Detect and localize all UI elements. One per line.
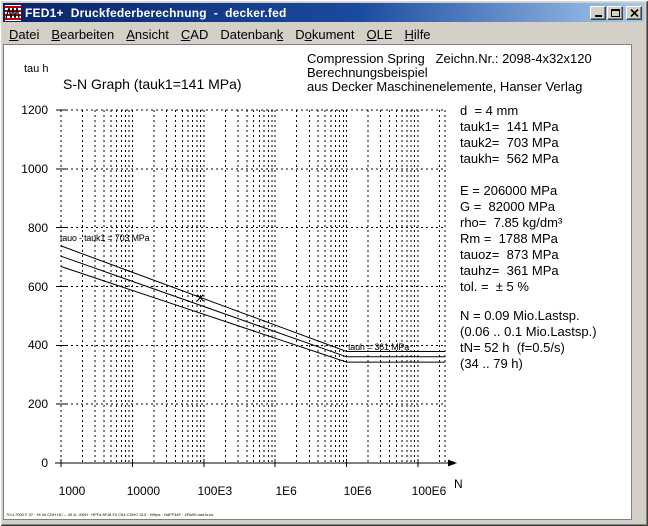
info-line: (34 .. 79 h) <box>460 356 523 372</box>
y-tick-label: 600 <box>6 280 48 294</box>
maximize-button[interactable] <box>607 6 623 20</box>
x-tick-label: 10E6 <box>334 484 382 498</box>
window-title: FED1+ Druckfederberechnung - decker.fed <box>25 6 590 20</box>
title-bar[interactable]: FED1+ Druckfederberechnung - decker.fed <box>3 3 644 22</box>
info-line: E = 206000 MPa <box>460 183 557 199</box>
y-tick-label: 0 <box>6 456 48 470</box>
y-tick-label: 800 <box>6 221 48 235</box>
info-line: tN= 52 h (f=0.5/s) <box>460 340 565 356</box>
x-tick-label: 1E6 <box>262 484 310 498</box>
info-line: Rm = 1788 MPa <box>460 231 558 247</box>
menu-item-dokument[interactable]: Dokument <box>289 25 360 44</box>
y-tick-label: 1000 <box>6 162 48 176</box>
info-line: G = 82000 MPa <box>460 199 555 215</box>
header-line-2: Berechnungsbeispiel <box>307 66 428 80</box>
menu-item-ansicht[interactable]: Ansicht <box>120 25 175 44</box>
app-icon <box>5 5 21 21</box>
chart-title: S-N Graph (tauk1=141 MPa) <box>63 76 242 92</box>
minimize-button[interactable] <box>590 6 606 20</box>
x-tick-label: 10000 <box>119 484 167 498</box>
info-line: d = 4 mm <box>460 103 518 119</box>
info-line: tauhz= 361 MPa <box>460 263 559 279</box>
app-window: FED1+ Druckfederberechnung - decker.fed … <box>0 0 648 526</box>
info-line: tauk1= 141 MPa <box>460 119 559 135</box>
info-line: (0.06 .. 0.1 Mio.Lastsp.) <box>460 324 597 340</box>
annotation-upper-curve: tauo - tauk1 = 703 MPa <box>60 233 149 243</box>
sn-chart <box>4 45 633 519</box>
client-area: Compression Spring Zeichn.Nr.: 2098-4x32… <box>3 44 632 520</box>
info-line: N = 0.09 Mio.Lastsp. <box>460 308 580 324</box>
header-line-3: aus Decker Maschinenelemente, Hanser Ver… <box>307 80 582 94</box>
y-tick-label: 1200 <box>6 103 48 117</box>
sn-curve <box>61 246 445 352</box>
info-line: tol. = ± 5 % <box>460 279 529 295</box>
menu-item-datenbank[interactable]: Datenbank <box>214 25 289 44</box>
info-line: tauk2= 703 MPa <box>460 135 559 151</box>
x-axis-label: N <box>454 477 463 491</box>
x-tick-label: 1000 <box>48 484 96 498</box>
close-button[interactable] <box>626 6 642 20</box>
y-axis-label: tau h <box>24 63 48 75</box>
minimize-icon <box>595 15 602 17</box>
menu-item-hilfe[interactable]: Hilfe <box>399 25 437 44</box>
maximize-icon <box>611 9 620 17</box>
menu-item-datei[interactable]: Datei <box>3 25 45 44</box>
x-tick-label: 100E3 <box>191 484 239 498</box>
y-tick-label: 400 <box>6 338 48 352</box>
info-line: tauoz= 873 MPa <box>460 247 559 263</box>
annotation-fatigue-limit: tauh = 361 MPa <box>348 342 409 352</box>
y-tick-label: 200 <box>6 397 48 411</box>
info-line: rho= 7.85 kg/dm³ <box>460 215 562 231</box>
footer-microtext: 70=L7000 F 07 · Ht 34 CDH HC -- 43 JL J0… <box>6 512 213 517</box>
header-line-1: Compression Spring Zeichn.Nr.: 2098-4x32… <box>307 52 592 66</box>
menu-item-bearbeiten[interactable]: Bearbeiten <box>45 25 120 44</box>
close-icon <box>630 9 639 17</box>
menu-item-ole[interactable]: OLE <box>361 25 399 44</box>
info-line: taukh= 562 MPa <box>460 151 559 167</box>
menu-bar: Datei Bearbeiten Ansicht CAD Datenbank D… <box>3 24 644 44</box>
menu-item-cad[interactable]: CAD <box>175 25 214 44</box>
x-tick-label: 100E6 <box>405 484 453 498</box>
